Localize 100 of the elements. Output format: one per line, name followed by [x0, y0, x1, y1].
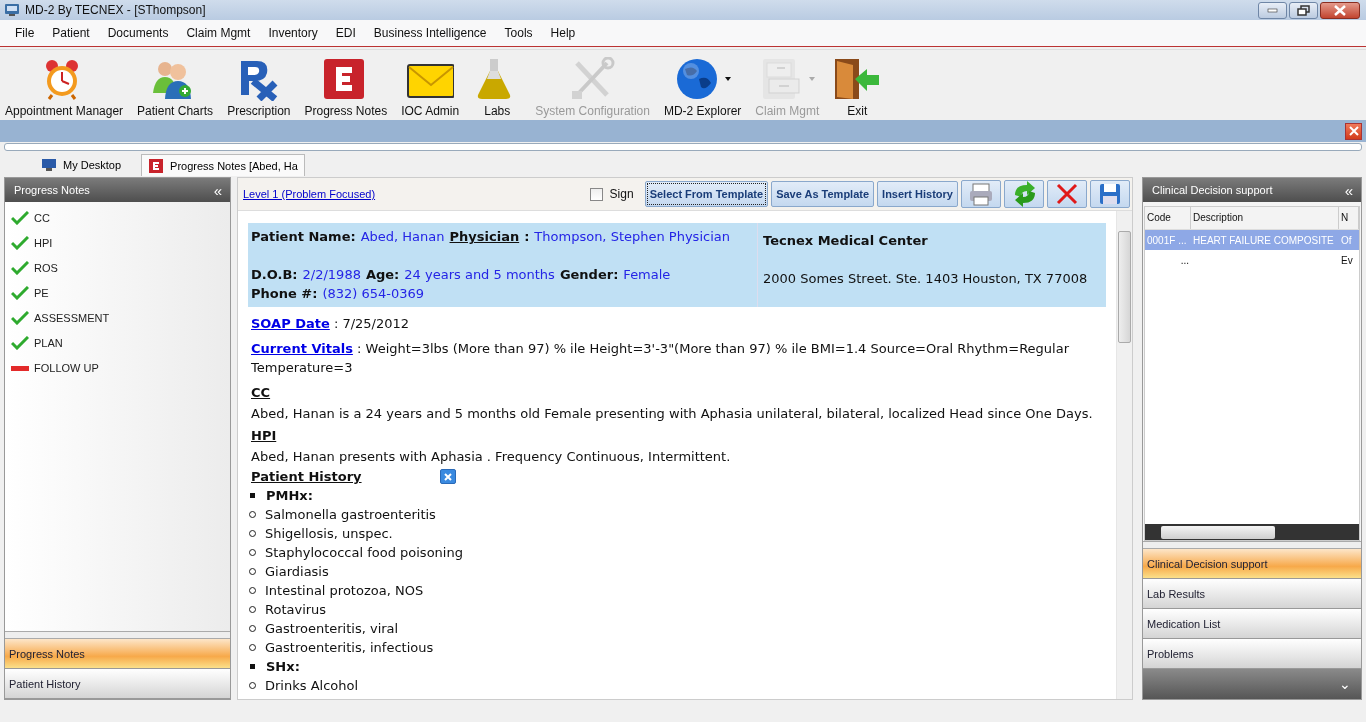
toolbar-button[interactable]: Exit: [828, 54, 887, 118]
app-icon: [5, 4, 19, 16]
history-item: Drinks Alcohol: [265, 678, 359, 693]
column-header[interactable]: Code: [1145, 207, 1191, 229]
menu-item[interactable]: File: [6, 24, 44, 42]
section-heading: HPI: [250, 427, 278, 445]
expand-button[interactable]: ⌄: [1339, 676, 1351, 692]
group-title: PMHx:: [266, 488, 313, 503]
navigation-button[interactable]: Progress Notes: [5, 639, 230, 669]
table-cell-text: 0001F ...: [1146, 234, 1188, 246]
section-text: Abed, Hanan presents with Aphasia . Frequency Continuous, Intermittent.: [250, 448, 732, 466]
field-label: Phone #:: [251, 286, 318, 301]
menu-item[interactable]: EDI: [326, 24, 365, 42]
navigation-button[interactable]: Lab Results: [1143, 579, 1361, 609]
menu-item[interactable]: Business Intelligence: [364, 24, 496, 42]
splitter-handle[interactable]: [5, 631, 230, 639]
field-label: Patient Name:: [251, 229, 356, 244]
section-item[interactable]: PE: [34, 286, 49, 299]
toolbar-button[interactable]: Appointment Manager: [0, 54, 129, 118]
field-label: Age:: [365, 267, 400, 282]
printer-icon: [968, 181, 994, 207]
bullet-icon: [250, 664, 255, 669]
toolbar-button[interactable]: Progress Notes: [299, 54, 393, 118]
close-icon: [1346, 124, 1361, 138]
history-item: Shigellosis, unspec.: [265, 526, 393, 541]
collapse-button[interactable]: «: [1344, 182, 1353, 198]
history-item: Rotavirus: [265, 602, 327, 617]
window-title: MD-2 By TECNEX - [SThompson]: [25, 3, 206, 17]
history-item: Gastroenteritis, viral: [265, 621, 399, 636]
toolbar-button[interactable]: Select From Template: [644, 181, 769, 207]
clinic-address: 2000 Somes Street. Ste. 1403 Houston, TX 77008: [763, 270, 1089, 288]
section-text: SOAP Date : 7/25/2012: [250, 315, 411, 333]
field-value: 24 years and 5 months: [404, 267, 555, 282]
menu-item[interactable]: Claim Mgmt: [177, 24, 260, 42]
navigation-button[interactable]: Medication List: [1143, 609, 1361, 639]
navigation-button[interactable]: Patient History: [5, 669, 230, 699]
menu-item[interactable]: Documents: [98, 24, 178, 42]
section-text: Current Vitals : Weight=3lbs (More than 97) % ile Height=3'-3"(More than 97) % ile BMI=1.4 Source=Oral Rhythm=Regular Temperature=3: [250, 340, 1071, 377]
save-button[interactable]: [1090, 180, 1130, 208]
document-tab[interactable]: Progress Notes [Abed, Ha: [141, 154, 305, 176]
scrollbar[interactable]: [1116, 211, 1132, 699]
panel-title: Clinical Decision support: [1152, 184, 1273, 196]
field-value: Abed, Hanan: [360, 229, 445, 244]
navigation-button[interactable]: Problems: [1143, 639, 1361, 669]
letter-e-tile-icon: [148, 158, 165, 173]
table-row[interactable]: ... Ev: [1145, 250, 1359, 270]
menu-item[interactable]: Tools: [495, 24, 542, 42]
refresh-button[interactable]: [1004, 180, 1044, 208]
sign-checkbox[interactable]: [589, 187, 603, 201]
section-link[interactable]: SOAP Date: [251, 316, 330, 331]
section-heading: Patient History: [251, 468, 362, 486]
table-cell-text: Ev: [1340, 254, 1354, 266]
field-label: D.O.B:: [251, 267, 298, 282]
group-title: SHx:: [266, 659, 300, 674]
separator: :: [524, 229, 530, 244]
sign-label: Sign: [609, 187, 634, 201]
toolbar-button[interactable]: Insert History: [877, 181, 958, 207]
close-button[interactable]: [1345, 122, 1362, 140]
toolbar-button[interactable]: Prescription: [222, 54, 296, 118]
column-header[interactable]: Description: [1191, 207, 1339, 229]
section-item[interactable]: ROS: [34, 261, 58, 274]
document-tab[interactable]: My Desktop: [35, 154, 128, 176]
splitter-handle[interactable]: [1143, 541, 1361, 549]
section-item[interactable]: ASSESSMENT: [34, 311, 110, 324]
section-item[interactable]: PLAN: [34, 336, 63, 349]
section-item[interactable]: CC: [34, 211, 50, 224]
close-icon: [441, 470, 454, 483]
section-text: Abed, Hanan is a 24 years and 5 months old Female presenting with Aphasia unilateral, bilateral, localized Head since One Days.: [250, 405, 1094, 423]
section-link[interactable]: Current Vitals: [251, 341, 353, 356]
table-cell-text: ...: [1179, 254, 1190, 266]
history-item: Staphylococcal food poisoning: [265, 545, 463, 560]
section-item[interactable]: FOLLOW UP: [34, 361, 99, 374]
menu-item[interactable]: Inventory: [259, 24, 327, 42]
toolbar-button[interactable]: Save As Template: [771, 181, 875, 207]
field-value: 2/2/1988: [302, 267, 361, 282]
bullet-icon: [250, 493, 255, 498]
remove-button[interactable]: [439, 469, 456, 484]
delete-button[interactable]: [1047, 180, 1087, 208]
field-value: Female: [623, 267, 671, 282]
panel-title: Progress Notes: [14, 184, 90, 196]
level-link[interactable]: Level 1 (Problem Focused): [243, 188, 376, 200]
column-header[interactable]: N: [1339, 207, 1359, 229]
print-button[interactable]: [961, 180, 1001, 208]
close-button[interactable]: [1320, 1, 1360, 19]
history-item: Salmonella gastroenteritis: [265, 507, 436, 522]
toolbar-button[interactable]: Patient Charts: [132, 54, 219, 118]
history-item: Intestinal protozoa, NOS: [265, 583, 424, 598]
section-item[interactable]: HPI: [34, 236, 53, 249]
toolbar-button[interactable]: IOC Admin: [396, 54, 465, 118]
menu-item[interactable]: Patient: [43, 24, 99, 42]
field-value: Thompson, Stephen Physician: [534, 229, 730, 244]
collapse-button[interactable]: «: [213, 182, 222, 198]
toolbar-button[interactable]: MD-2 Explorer: [658, 54, 747, 118]
menu-item[interactable]: Help: [541, 24, 585, 42]
restore-button[interactable]: [1289, 1, 1318, 19]
toolbar-button[interactable]: Labs: [468, 54, 527, 118]
field-label: Gender:: [559, 267, 619, 282]
scrollbar[interactable]: [1145, 524, 1359, 540]
navigation-button[interactable]: Clinical Decision support: [1143, 549, 1361, 579]
door-arrow-icon: [833, 57, 882, 101]
